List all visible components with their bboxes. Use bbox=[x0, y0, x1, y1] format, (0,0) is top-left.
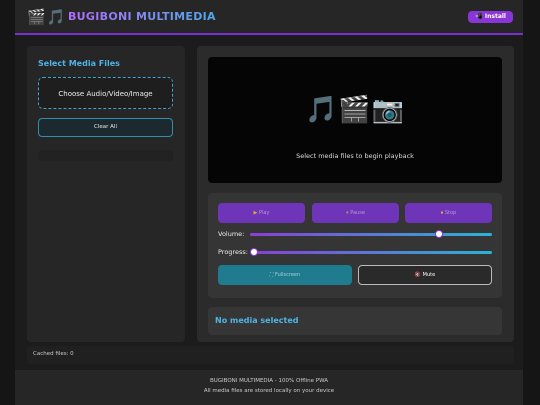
footer-title: BUGIBONI MULTIMEDIA - 100% Offline PWA bbox=[209, 378, 329, 384]
sidebar-title: Select Media Files bbox=[38, 59, 120, 68]
file-sidebar: Select Media Files Choose Audio/Video/Im… bbox=[27, 46, 185, 342]
player-controls: ▶ Play ⏸ Pause ⏹ Stop Volume: Progress: … bbox=[208, 193, 502, 298]
progress-label: Progress: bbox=[218, 248, 248, 256]
volume-label: Volume: bbox=[218, 230, 245, 238]
pause-icon: ⏸ bbox=[346, 210, 349, 216]
media-type-icons: 🎵🎬📷 bbox=[304, 95, 406, 125]
app-header: 🎬🎵 BUGIBONI MULTIMEDIA 📲 Install bbox=[15, 0, 523, 35]
app-footer: BUGIBONI MULTIMEDIA - 100% Offline PWA A… bbox=[15, 370, 523, 405]
clear-all-button[interactable]: Clear All bbox=[38, 118, 173, 137]
viewer-placeholder-text: Select media files to begin playback bbox=[296, 152, 414, 160]
file-list bbox=[38, 150, 173, 161]
progress-slider-thumb[interactable] bbox=[250, 248, 258, 256]
app-title: BUGIBONI MULTIMEDIA bbox=[68, 10, 216, 23]
volume-slider-thumb[interactable] bbox=[434, 230, 443, 238]
mute-label: Mute bbox=[422, 272, 436, 278]
mute-icon: 🔇 bbox=[414, 272, 422, 278]
choose-files-button[interactable]: Choose Audio/Video/Image bbox=[38, 77, 173, 109]
player-panel: 🎵🎬📷 Select media files to begin playback… bbox=[197, 46, 514, 342]
stop-button[interactable]: ⏹ Stop bbox=[405, 203, 492, 223]
play-icon: ▶ bbox=[253, 210, 258, 216]
fullscreen-icon: ⛶ bbox=[269, 272, 274, 278]
pause-label: Pause bbox=[350, 210, 365, 216]
media-info-card: No media selected bbox=[208, 307, 502, 335]
footer-note: All media files are stored locally on yo… bbox=[203, 388, 335, 394]
logo-icons: 🎬🎵 bbox=[27, 8, 67, 26]
fullscreen-label: Fullscreen bbox=[274, 272, 301, 278]
media-info-title: No media selected bbox=[215, 316, 299, 325]
fullscreen-button[interactable]: ⛶ Fullscreen bbox=[218, 265, 352, 285]
pause-button[interactable]: ⏸ Pause bbox=[312, 203, 399, 223]
install-button[interactable]: 📲 Install bbox=[468, 11, 513, 23]
progress-slider[interactable] bbox=[250, 248, 492, 256]
mute-button[interactable]: 🔇 Mute bbox=[358, 265, 492, 285]
play-button[interactable]: ▶ Play bbox=[218, 203, 305, 223]
media-viewer: 🎵🎬📷 Select media files to begin playback bbox=[208, 57, 502, 183]
stop-icon: ⏹ bbox=[440, 210, 444, 216]
play-label: Play bbox=[259, 210, 270, 216]
stop-label: Stop bbox=[444, 210, 457, 216]
status-bar: Cached files: 0 bbox=[27, 346, 514, 364]
volume-slider[interactable] bbox=[250, 230, 492, 238]
cached-files-count: Cached files: 0 bbox=[33, 351, 74, 357]
